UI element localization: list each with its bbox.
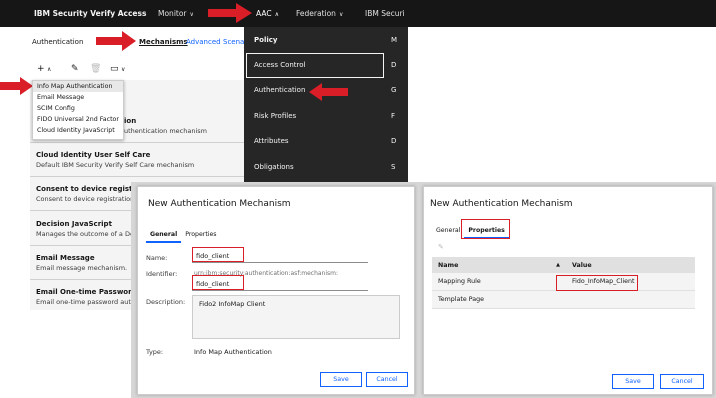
table-header-row: Name ▲ Value	[432, 257, 695, 273]
tab-scenarios[interactable]: Scena	[223, 38, 244, 46]
toolbar: + ∧ ✎ 🗑 ▭ ∨	[30, 62, 250, 80]
export-icon[interactable]: ▭	[110, 64, 119, 74]
nav-monitor-label: Monitor	[158, 9, 187, 18]
add-icon[interactable]: +	[37, 64, 45, 74]
menu-item-authentication[interactable]: Authentication	[254, 86, 305, 94]
menu-item-obligations[interactable]: Obligations	[254, 163, 294, 171]
sort-ascending-icon[interactable]: ▲	[556, 262, 560, 268]
dialog-general: New Authentication Mechanism General Prop…	[137, 186, 415, 395]
delete-icon: 🗑	[90, 64, 102, 74]
dialog-title: New Authentication Mechanism	[148, 199, 291, 209]
table-row[interactable]: Template Page	[432, 290, 695, 309]
chevron-down-icon[interactable]: ∨	[121, 66, 125, 73]
nav-aac[interactable]: AAC ∧	[256, 9, 279, 18]
column-header-name-label: Name	[438, 261, 459, 269]
description-textarea[interactable]: Fido2 InfoMap Client	[192, 295, 400, 339]
save-button[interactable]: Save	[612, 374, 654, 389]
menu-item-policy[interactable]: Policy	[254, 36, 277, 44]
dropdown-item[interactable]: SCIM Config	[33, 103, 123, 114]
column-header-name[interactable]: Name ▲	[432, 257, 566, 273]
list-item-description: Default IBM Security Verify Self Care me…	[36, 161, 195, 169]
app-brand: IBM Security Verify Access	[34, 9, 147, 18]
dropdown-item[interactable]: Cloud Identity JavaScript	[33, 125, 123, 136]
table-cell-name: Mapping Rule	[432, 273, 566, 291]
chevron-down-icon: ∨	[189, 11, 194, 18]
type-value: Info Map Authentication	[194, 348, 272, 356]
nav-ibm-security[interactable]: IBM Securi	[365, 9, 405, 18]
edit-icon: ✎	[438, 243, 444, 251]
aac-menu: Policy Access Control Authentication Ris…	[244, 27, 388, 187]
cancel-button[interactable]: Cancel	[660, 374, 704, 389]
top-navigation-bar: IBM Security Verify Access Monitor ∨ AAC ∧…	[0, 0, 716, 27]
add-mechanism-dropdown: Info Map Authentication Email Message SC…	[32, 80, 124, 140]
annotation-arrow-icon	[0, 77, 33, 95]
save-button[interactable]: Save	[320, 372, 362, 387]
type-label: Type:	[146, 348, 164, 356]
list-item[interactable]: Cloud Identity User Self Care Default IB…	[36, 151, 246, 169]
dialog-title: New Authentication Mechanism	[430, 199, 573, 209]
annotation-arrow-icon	[309, 83, 348, 101]
description-label: Description:	[146, 298, 186, 306]
list-item-title: Cloud Identity User Self Care	[36, 151, 151, 159]
aac-menu-second-column: M D G F D S	[388, 27, 408, 187]
chevron-up-icon: ∧	[274, 11, 279, 18]
tab-properties[interactable]: Properties	[181, 228, 220, 241]
description-text: Fido2 InfoMap Client	[199, 300, 266, 308]
annotation-arrow-icon	[208, 3, 252, 23]
dropdown-item[interactable]: FIDO Universal 2nd Factor	[33, 114, 123, 125]
dropdown-item[interactable]: Email Message	[33, 92, 123, 103]
annotation-highlight-box	[192, 275, 244, 290]
edit-icon[interactable]: ✎	[71, 64, 79, 74]
name-label: Name:	[146, 254, 168, 262]
nav-aac-label: AAC	[256, 9, 272, 18]
nav-federation[interactable]: Federation ∨	[296, 9, 343, 18]
menu-item-truncated[interactable]: D	[391, 61, 396, 69]
dialog-tabs: General Properties	[146, 228, 221, 243]
cancel-button[interactable]: Cancel	[366, 372, 408, 387]
menu-item-truncated[interactable]: F	[391, 112, 395, 120]
column-header-value: Value	[566, 257, 695, 273]
tab-mechanisms[interactable]: Mechanisms	[139, 38, 188, 46]
menu-item-truncated[interactable]: M	[391, 36, 397, 44]
menu-item-access-control[interactable]: Access Control	[254, 61, 306, 69]
menu-item-risk-profiles[interactable]: Risk Profiles	[254, 112, 296, 120]
tab-general[interactable]: General	[146, 228, 182, 243]
annotation-arrow-icon	[96, 31, 136, 51]
annotation-highlight-box	[461, 219, 510, 239]
menu-item-attributes[interactable]: Attributes	[254, 137, 289, 145]
divider	[30, 176, 248, 177]
table-cell-name: Template Page	[432, 290, 566, 309]
identifier-label: Identifier:	[146, 270, 178, 278]
nav-ibm-security-label: IBM Securi	[365, 9, 405, 18]
chevron-up-icon[interactable]: ∧	[47, 66, 51, 73]
chevron-down-icon: ∨	[338, 11, 344, 18]
tab-general[interactable]: General	[432, 224, 464, 237]
divider	[30, 142, 248, 143]
menu-item-truncated[interactable]: S	[391, 163, 395, 171]
table-cell-value[interactable]	[566, 290, 695, 309]
annotation-highlight-box	[556, 275, 638, 291]
dropdown-item[interactable]: Info Map Authentication	[33, 81, 123, 92]
annotation-highlight-box	[192, 247, 244, 262]
nav-monitor[interactable]: Monitor ∨	[158, 9, 194, 18]
menu-item-truncated[interactable]: D	[391, 137, 396, 145]
menu-item-truncated[interactable]: G	[391, 86, 396, 94]
page-title: Authentication	[32, 38, 84, 46]
tab-advanced[interactable]: Advanced	[186, 38, 221, 46]
nav-federation-label: Federation	[296, 9, 336, 18]
